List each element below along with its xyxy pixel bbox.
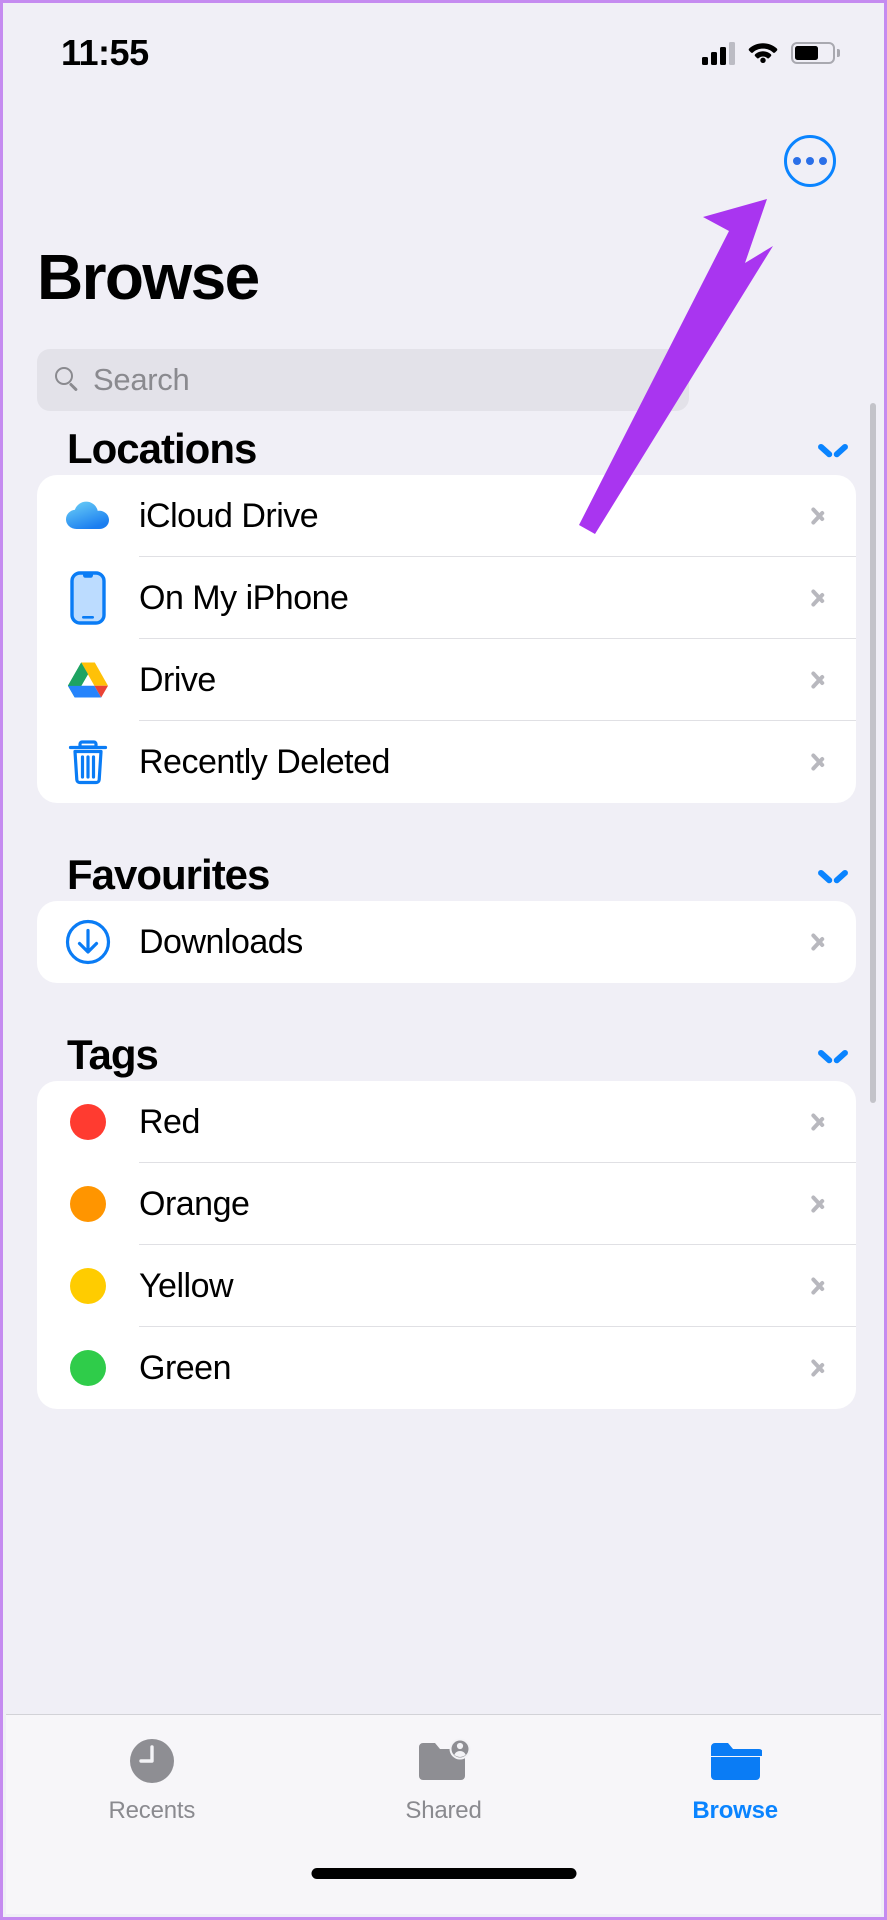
tab-label: Browse bbox=[692, 1797, 778, 1824]
chevron-right-icon bbox=[810, 1271, 828, 1301]
status-time: 11:55 bbox=[61, 32, 149, 73]
list-item-downloads[interactable]: Downloads bbox=[37, 901, 856, 983]
trash-icon bbox=[59, 733, 117, 791]
list-item-label: Downloads bbox=[139, 922, 303, 961]
tags-card: Red Orange Yellow Green bbox=[37, 1081, 856, 1409]
list-item-on-my-iphone[interactable]: On My iPhone bbox=[37, 557, 856, 639]
search-placeholder: Search bbox=[93, 362, 190, 397]
chevron-right-icon bbox=[810, 927, 828, 957]
list-item-label: Green bbox=[139, 1348, 232, 1387]
list-item-label: Drive bbox=[139, 660, 216, 699]
chevron-down-icon[interactable] bbox=[820, 441, 846, 457]
chevron-down-icon[interactable] bbox=[820, 867, 846, 883]
icloud-drive-icon bbox=[59, 487, 117, 545]
list-item-tag-red[interactable]: Red bbox=[37, 1081, 856, 1163]
tab-bar: Recents Shared Browse bbox=[6, 1714, 881, 1914]
section-header-tags: Tags bbox=[3, 1029, 884, 1081]
ellipsis-dot-icon bbox=[793, 157, 801, 165]
google-drive-icon bbox=[59, 651, 117, 709]
tab-browse[interactable]: Browse bbox=[589, 1735, 881, 1825]
list-item-label: Yellow bbox=[139, 1266, 234, 1305]
tab-shared[interactable]: Shared bbox=[298, 1735, 590, 1825]
tag-dot-icon bbox=[59, 1093, 117, 1151]
list-item-label: On My iPhone bbox=[139, 578, 349, 617]
vertical-scrollbar[interactable] bbox=[870, 403, 876, 1103]
home-indicator[interactable] bbox=[311, 1868, 576, 1879]
search-input[interactable]: Search bbox=[37, 349, 689, 411]
tag-dot-icon bbox=[59, 1257, 117, 1315]
tab-label: Recents bbox=[108, 1797, 196, 1824]
status-icons bbox=[702, 39, 840, 68]
tag-color-swatch bbox=[70, 1350, 106, 1386]
section-title-favourites: Favourites bbox=[67, 851, 270, 898]
folder-icon bbox=[708, 1735, 763, 1787]
list-item-label: Orange bbox=[139, 1184, 250, 1223]
list-item-tag-yellow[interactable]: Yellow bbox=[37, 1245, 856, 1327]
list-item-recently-deleted[interactable]: Recently Deleted bbox=[37, 721, 856, 803]
status-bar: 11:55 bbox=[3, 3, 884, 103]
chevron-right-icon bbox=[810, 583, 828, 613]
list-item-label: Red bbox=[139, 1102, 200, 1141]
section-header-locations: Locations bbox=[3, 423, 884, 475]
phone-screen: 11:55 Browse Search Locations iCloud Dri… bbox=[0, 0, 887, 1920]
tag-color-swatch bbox=[70, 1104, 106, 1140]
chevron-down-icon[interactable] bbox=[820, 1047, 846, 1063]
more-options-button[interactable] bbox=[784, 135, 836, 187]
list-item-tag-orange[interactable]: Orange bbox=[37, 1163, 856, 1245]
list-item-tag-green[interactable]: Green bbox=[37, 1327, 856, 1409]
chevron-right-icon bbox=[810, 1189, 828, 1219]
list-item-icloud-drive[interactable]: iCloud Drive bbox=[37, 475, 856, 557]
wifi-icon bbox=[747, 39, 779, 68]
page-title: Browse bbox=[37, 241, 260, 313]
section-title-tags: Tags bbox=[67, 1031, 159, 1078]
tag-dot-icon bbox=[59, 1339, 117, 1397]
tag-color-swatch bbox=[70, 1186, 106, 1222]
section-header-favourites: Favourites bbox=[3, 849, 884, 901]
download-circle-icon bbox=[59, 913, 117, 971]
chevron-right-icon bbox=[810, 665, 828, 695]
clock-icon bbox=[126, 1735, 178, 1787]
tab-recents[interactable]: Recents bbox=[6, 1735, 298, 1825]
ellipsis-dot-icon bbox=[806, 157, 814, 165]
chevron-right-icon bbox=[810, 1107, 828, 1137]
section-title-locations: Locations bbox=[67, 425, 257, 472]
chevron-right-icon bbox=[810, 501, 828, 531]
iphone-icon bbox=[59, 569, 117, 627]
favourites-card: Downloads bbox=[37, 901, 856, 983]
battery-icon bbox=[791, 42, 840, 64]
search-icon bbox=[55, 367, 81, 393]
chevron-right-icon bbox=[810, 1353, 828, 1383]
tag-color-swatch bbox=[70, 1268, 106, 1304]
tab-label: Shared bbox=[405, 1797, 482, 1824]
locations-card: iCloud Drive On My iPhone Drive Recently… bbox=[37, 475, 856, 803]
ellipsis-dot-icon bbox=[819, 157, 827, 165]
list-item-drive[interactable]: Drive bbox=[37, 639, 856, 721]
list-item-label: Recently Deleted bbox=[139, 742, 390, 781]
tag-dot-icon bbox=[59, 1175, 117, 1233]
list-item-label: iCloud Drive bbox=[139, 496, 319, 535]
cellular-signal-icon bbox=[702, 41, 735, 65]
chevron-right-icon bbox=[810, 747, 828, 777]
shared-folder-icon bbox=[415, 1735, 473, 1787]
browse-list: Locations iCloud Drive On My iPhone Driv… bbox=[3, 423, 884, 1723]
